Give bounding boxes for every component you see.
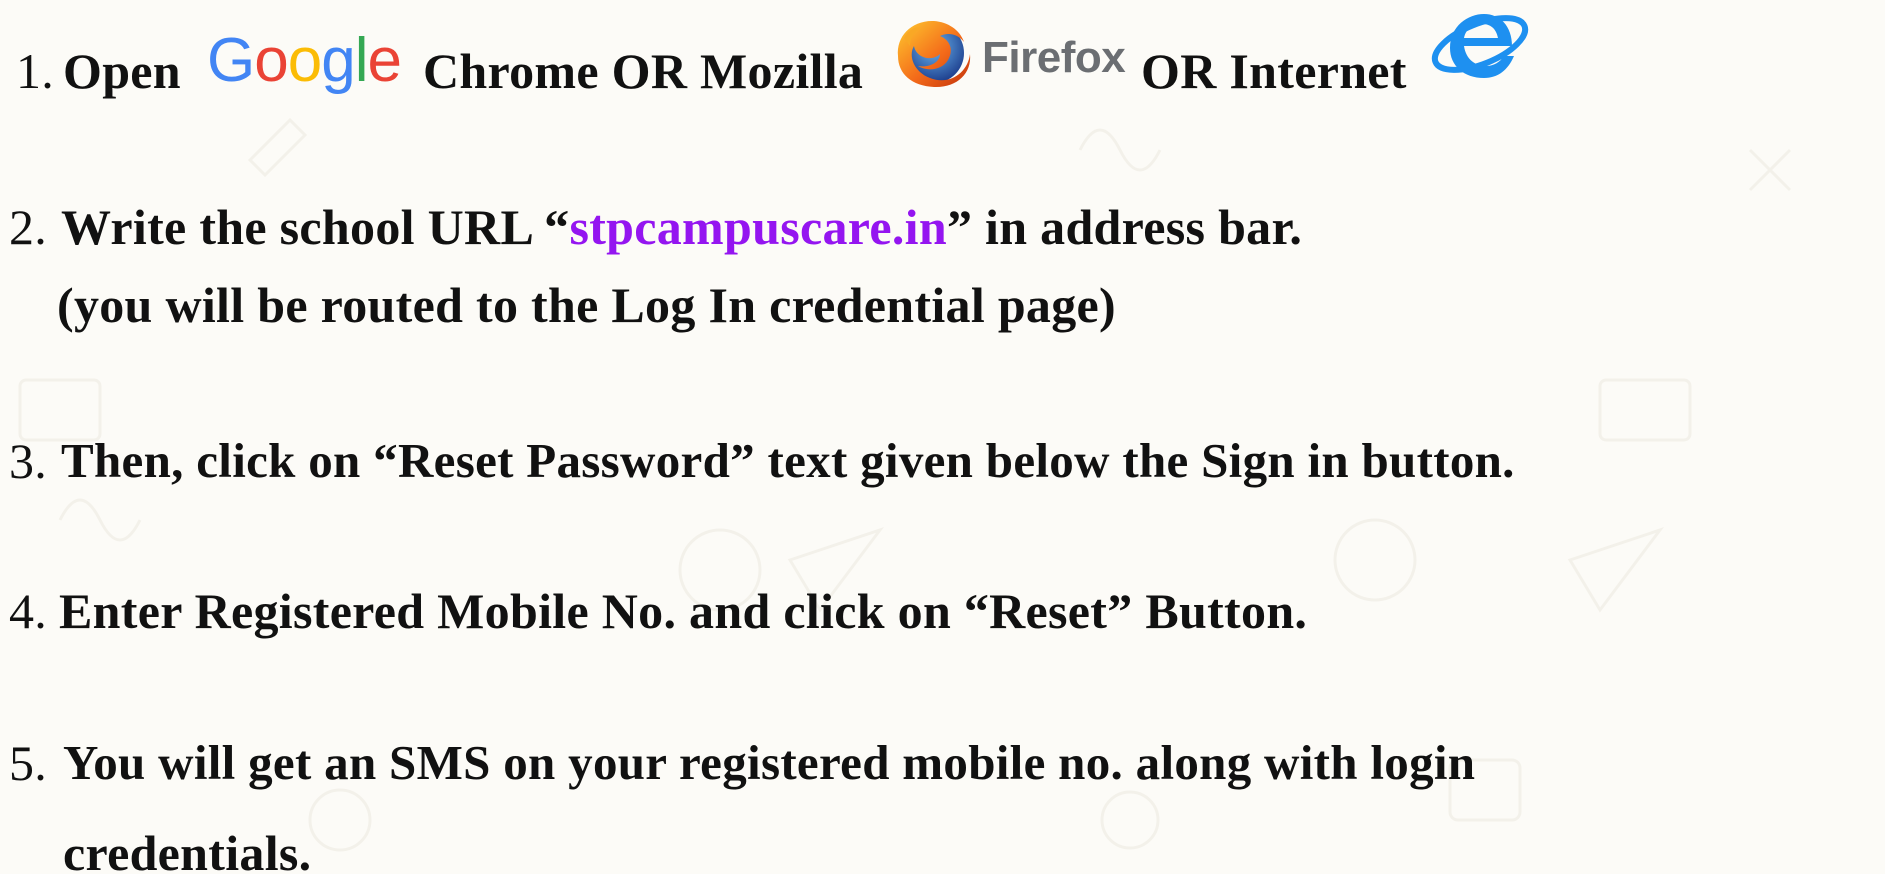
step-2-note: (you will be routed to the Log In creden… [57,277,1116,333]
step-number: 5. [9,735,48,791]
google-letter-g: G [207,26,255,95]
step-number: 2. [9,199,48,255]
step-2-text: Write the school URL “stpcampuscare.in” … [61,202,1302,252]
internet-explorer-icon [1431,14,1529,78]
step-number: 1. [16,43,55,99]
step-number: 3. [9,433,48,489]
google-logo: Google [207,30,402,92]
firefox-icon [897,20,971,88]
google-letter-g2: g [321,26,355,95]
step-1-internet-text: OR Internet [1141,43,1407,99]
step-5-continuation: credentials. [63,825,312,874]
google-letter-o1: o [254,26,288,95]
step-2-text-before-url: Write the school URL “ [61,199,570,255]
google-letter-e: e [367,26,401,95]
step-number: 4. [9,583,48,639]
firefox-wordmark: Firefox [982,33,1126,82]
step-1-chrome-mozilla-text: Chrome OR Mozilla [423,43,864,99]
step-5-text: You will get an SMS on your registered m… [63,735,1476,790]
google-letter-l: l [354,26,369,95]
step-1-open-text: Open [63,43,181,99]
google-letter-o2: o [287,26,322,95]
step-2-text-after-url: ” in address bar. [946,199,1303,255]
step-4-text: Enter Registered Mobile No. and click on… [59,583,1308,639]
school-url: stpcampuscare.in [569,199,947,255]
step-3-text: Then, click on “Reset Password” text giv… [61,433,1515,488]
